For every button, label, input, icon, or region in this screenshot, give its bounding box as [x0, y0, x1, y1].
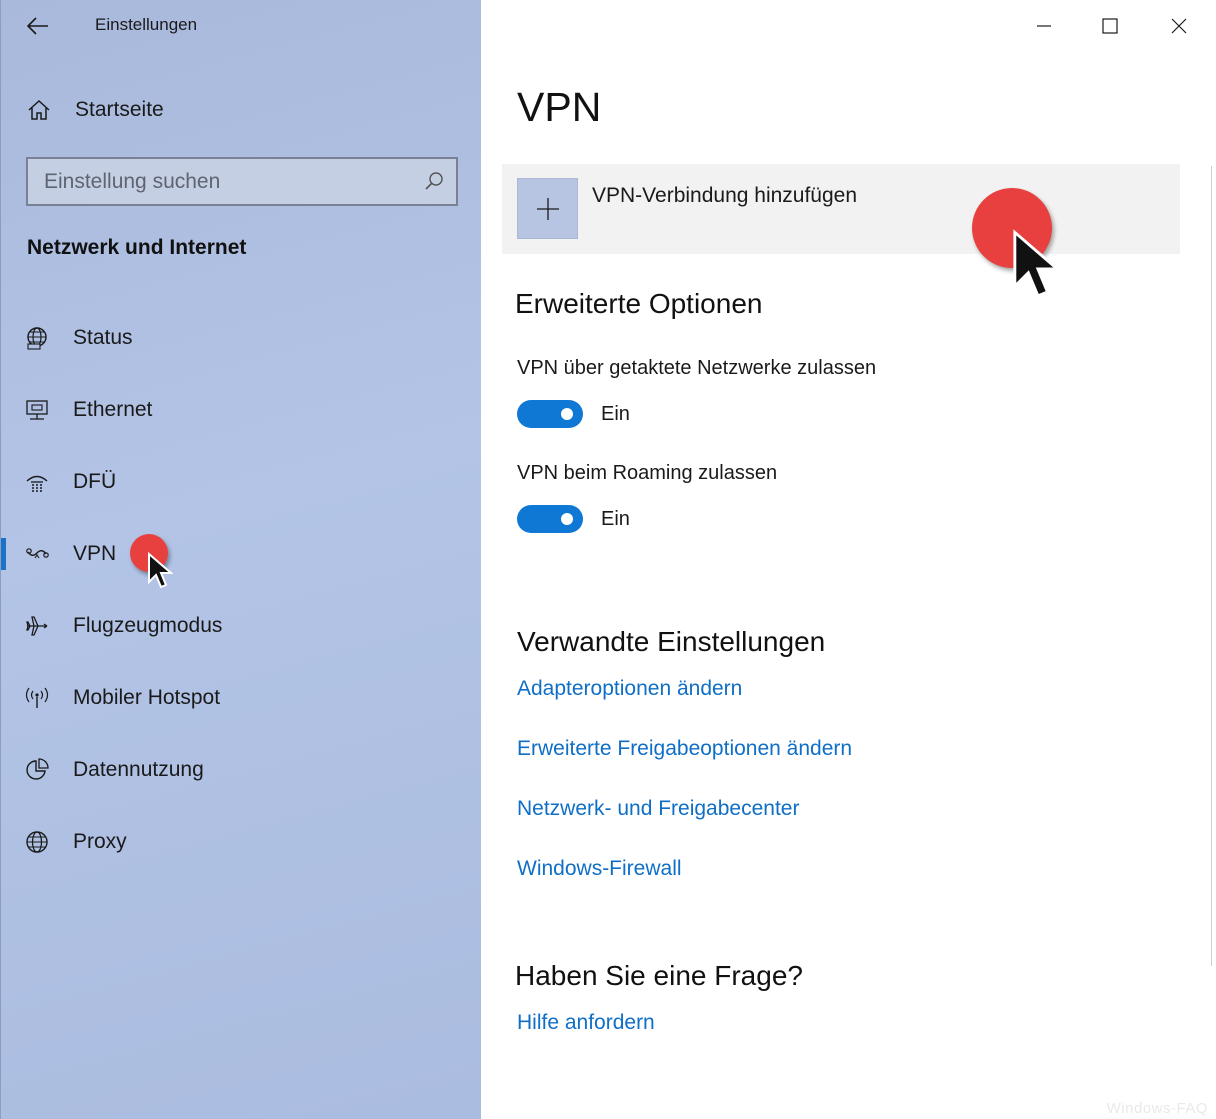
sidebar-item-data-usage[interactable]: Datennutzung — [1, 742, 482, 798]
minimize-icon — [1037, 25, 1051, 27]
metered-networks-label: VPN über getaktete Netzwerke zulassen — [517, 357, 877, 379]
question-heading: Haben Sie eine Frage? — [515, 960, 803, 991]
main-pane: VPN VPN-Verbindung hinzufügen Erweiterte… — [481, 0, 1216, 1119]
vpn-icon — [26, 548, 49, 559]
sidebar-item-label: Status — [73, 326, 133, 349]
related-settings-heading: Verwandte Einstellungen — [517, 626, 826, 657]
windows-firewall-link[interactable]: Windows-Firewall — [517, 857, 682, 881]
home-label: Startseite — [75, 98, 164, 121]
search-box[interactable] — [26, 157, 458, 206]
mouse-cursor-icon — [1013, 229, 1061, 298]
adapter-options-link[interactable]: Adapteroptionen ändern — [517, 677, 742, 701]
sidebar-item-label: Datennutzung — [73, 758, 204, 781]
sidebar-item-label: Mobiler Hotspot — [73, 686, 221, 709]
home-icon — [28, 99, 50, 120]
sidebar-item-airplane-mode[interactable]: Flugzeugmodus — [1, 598, 482, 654]
get-help-link[interactable]: Hilfe anfordern — [517, 1011, 655, 1035]
sidebar: Einstellungen Startseite Netzwerk und In… — [0, 0, 481, 1119]
roaming-state: Ein — [601, 508, 630, 530]
globe-icon — [26, 831, 48, 853]
selection-indicator — [1, 538, 6, 570]
page-title: VPN — [517, 84, 602, 130]
network-sharing-center-link[interactable]: Netzwerk- und Freigabecenter — [517, 797, 799, 821]
metered-networks-state: Ein — [601, 403, 630, 425]
roaming-toggle[interactable] — [517, 505, 583, 533]
sidebar-item-label: Flugzeugmodus — [73, 614, 223, 637]
sidebar-item-label: VPN — [73, 542, 117, 565]
sidebar-item-ethernet[interactable]: Ethernet — [1, 382, 482, 438]
toggle-knob — [561, 513, 573, 525]
back-arrow-icon — [27, 17, 48, 35]
advanced-sharing-link[interactable]: Erweiterte Freigabeoptionen ändern — [517, 737, 852, 761]
search-input[interactable] — [28, 159, 408, 204]
sidebar-item-proxy[interactable]: Proxy — [1, 814, 482, 870]
scrollbar[interactable] — [1211, 166, 1212, 966]
sidebar-item-label: DFÜ — [73, 470, 117, 493]
back-button[interactable] — [23, 12, 53, 40]
metered-networks-toggle[interactable] — [517, 400, 583, 428]
sidebar-item-status[interactable]: Status — [1, 310, 482, 366]
ethernet-icon — [26, 400, 48, 420]
app-title: Einstellungen — [95, 15, 198, 34]
dialup-icon — [26, 475, 48, 492]
globe-status-icon — [27, 327, 47, 350]
hotspot-icon — [25, 687, 49, 708]
plus-tile — [517, 178, 578, 239]
maximize-button[interactable] — [1092, 8, 1128, 44]
sidebar-item-label: Ethernet — [73, 398, 153, 421]
data-usage-icon — [26, 758, 49, 780]
sidebar-item-dfu[interactable]: DFÜ — [1, 454, 482, 510]
add-vpn-connection-button[interactable]: VPN-Verbindung hinzufügen — [502, 164, 1180, 254]
section-title: Netzwerk und Internet — [27, 236, 247, 259]
close-icon — [1171, 18, 1187, 34]
search-icon[interactable] — [424, 171, 444, 191]
roaming-label: VPN beim Roaming zulassen — [517, 462, 778, 484]
mouse-cursor-icon — [148, 552, 173, 589]
sidebar-item-mobile-hotspot[interactable]: Mobiler Hotspot — [1, 670, 482, 726]
maximize-icon — [1102, 18, 1118, 34]
advanced-options-heading: Erweiterte Optionen — [515, 288, 763, 319]
plus-icon — [536, 197, 559, 220]
sidebar-item-label: Proxy — [73, 830, 127, 853]
sidebar-item-vpn[interactable]: VPN — [1, 526, 482, 582]
home-link[interactable]: Startseite — [1, 88, 482, 132]
toggle-knob — [561, 408, 573, 420]
minimize-button[interactable] — [1026, 8, 1062, 44]
close-button[interactable] — [1161, 8, 1197, 44]
airplane-icon — [26, 616, 48, 636]
add-vpn-label: VPN-Verbindung hinzufügen — [592, 184, 858, 207]
watermark: Windows-FAQ — [1106, 1100, 1208, 1117]
